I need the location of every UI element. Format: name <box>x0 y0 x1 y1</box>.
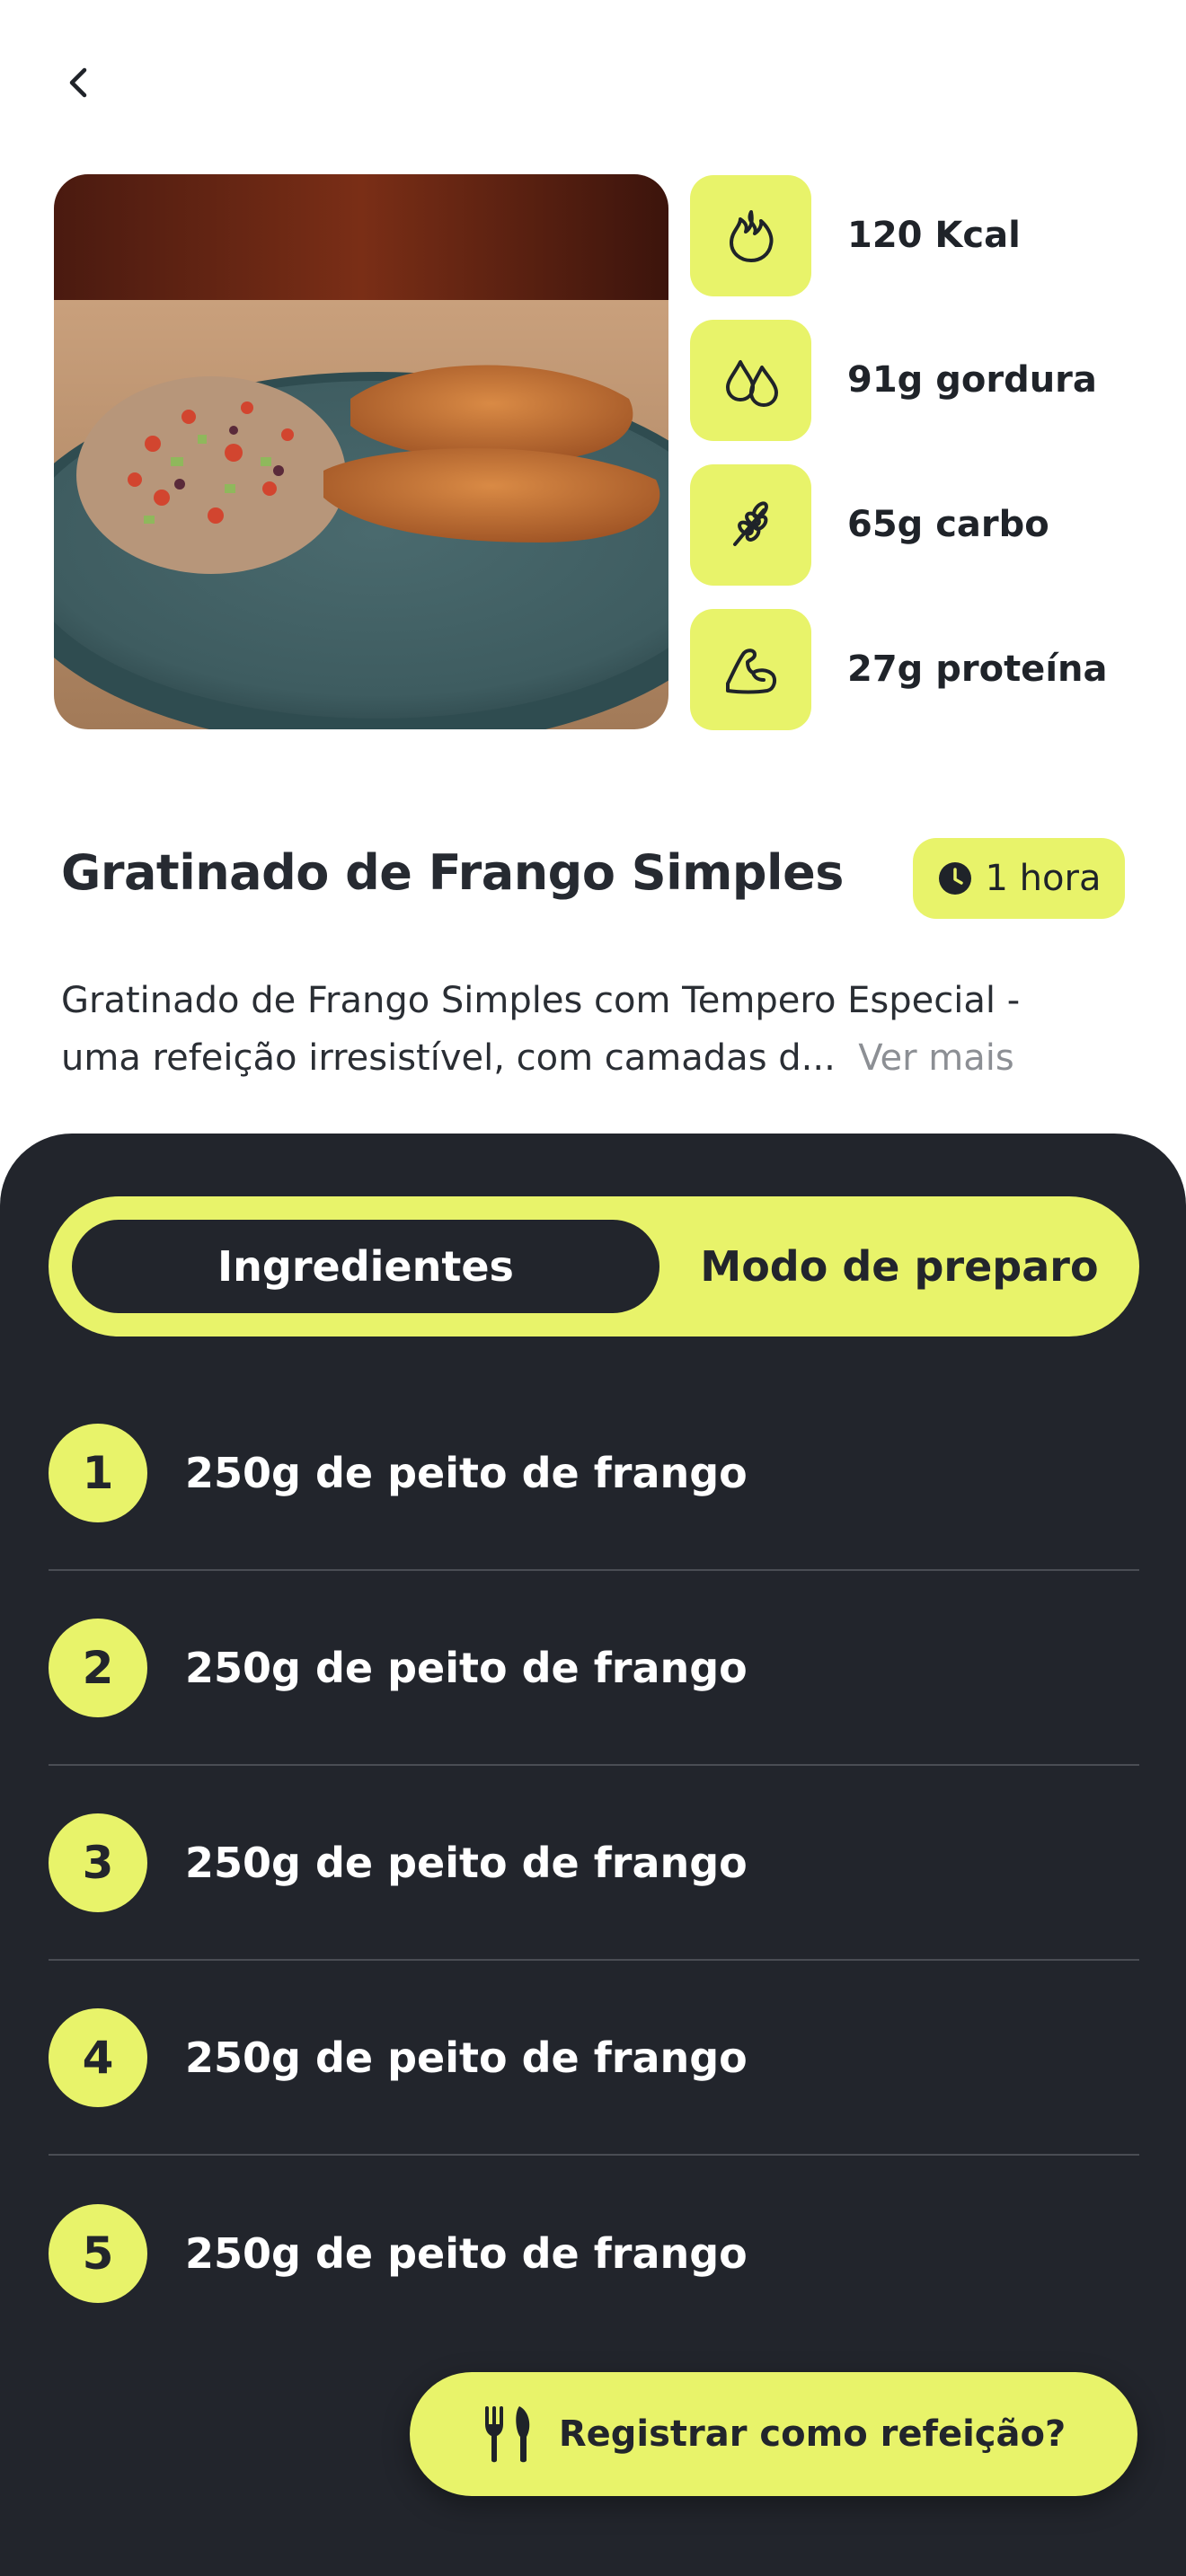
recipe-photo <box>54 174 668 729</box>
nutrition-protein: 27g proteína <box>690 608 1157 730</box>
time-label: 1 hora <box>985 858 1102 899</box>
description-line-2: uma refeição irresistível, com camadas d… <box>61 1029 1139 1087</box>
ingredient-text: 250g de peito de frango <box>185 1838 748 1887</box>
ingredient-text: 250g de peito de frango <box>185 2033 748 2082</box>
ingredient-number: 4 <box>49 2007 147 2107</box>
droplets-icon <box>690 319 811 441</box>
cutlery-icon <box>484 2406 530 2463</box>
description-line-1: Gratinado de Frango Simples com Tempero … <box>61 980 1021 1021</box>
nutrition-carbs: 65g carbo <box>690 463 1157 586</box>
ingredient-text: 250g de peito de frango <box>185 1448 748 1497</box>
carbs-label: 65g carbo <box>847 504 1049 545</box>
description-text: uma refeição irresistível, com camadas d… <box>61 1037 836 1079</box>
tab-ingredients[interactable]: Ingredientes <box>72 1220 659 1313</box>
nutrition-fat: 91g gordura <box>690 319 1157 441</box>
calories-label: 120 Kcal <box>847 215 1021 256</box>
ingredient-number: 5 <box>49 2203 147 2303</box>
list-item: 3 250g de peito de frango <box>49 1766 1139 1961</box>
protein-label: 27g proteína <box>847 648 1108 690</box>
tab-bar: Ingredientes Modo de preparo <box>49 1196 1139 1337</box>
list-item: 2 250g de peito de frango <box>49 1571 1139 1766</box>
muscle-arm-icon <box>690 608 811 730</box>
list-item: 4 250g de peito de frango <box>49 1961 1139 2156</box>
wheat-icon <box>690 463 811 586</box>
ingredient-text: 250g de peito de frango <box>185 1643 748 1692</box>
back-button[interactable] <box>50 54 108 111</box>
list-item: 1 250g de peito de frango <box>49 1376 1139 1571</box>
register-meal-button[interactable]: Registrar como refeição? <box>410 2372 1137 2496</box>
see-more-link[interactable]: Ver mais <box>858 1037 1013 1079</box>
ingredient-number: 3 <box>49 1813 147 1912</box>
tab-preparation[interactable]: Modo de preparo <box>659 1196 1139 1337</box>
nutrition-calories: 120 Kcal <box>690 174 1157 296</box>
register-meal-label: Registrar como refeição? <box>558 2413 1067 2455</box>
fat-label: 91g gordura <box>847 359 1097 401</box>
clock-icon <box>938 862 971 895</box>
flame-icon <box>690 174 811 296</box>
list-item: 5 250g de peito de frango <box>49 2156 1139 2351</box>
ingredient-list: 1 250g de peito de frango 2 250g de peit… <box>49 1376 1139 2351</box>
time-badge: 1 hora <box>913 838 1125 919</box>
details-panel: Ingredientes Modo de preparo 1 250g de p… <box>0 1134 1186 2576</box>
ingredient-number: 1 <box>49 1423 147 1522</box>
recipe-title: Gratinado de Frango Simples <box>61 844 844 901</box>
ingredient-text: 250g de peito de frango <box>185 2228 748 2278</box>
chevron-left-icon <box>69 67 87 98</box>
recipe-detail-screen: 120 Kcal 91g gordura 65g carbo 27g prote… <box>0 0 1186 2576</box>
ingredient-number: 2 <box>49 1618 147 1717</box>
nutrition-list: 120 Kcal 91g gordura 65g carbo 27g prote… <box>690 174 1157 753</box>
recipe-description: Gratinado de Frango Simples com Tempero … <box>61 972 1139 1087</box>
